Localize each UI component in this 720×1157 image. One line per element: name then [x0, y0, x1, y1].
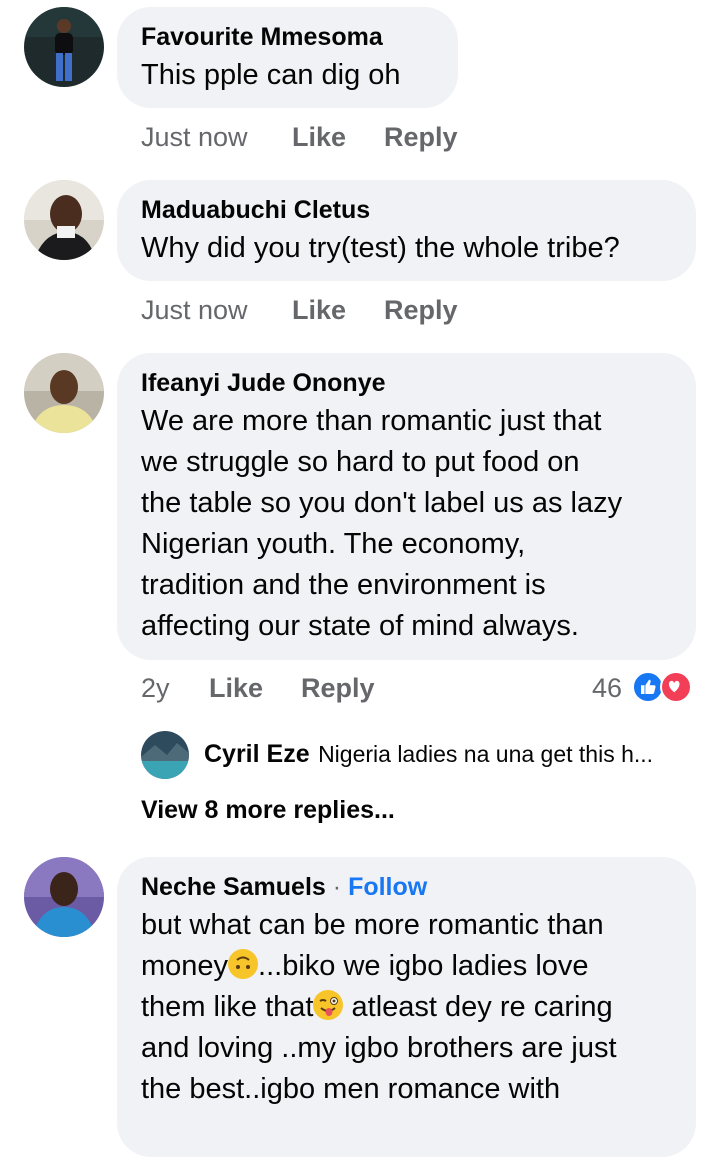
comment-text-line: but what can be more romantic than: [141, 909, 604, 941]
reply-text: Nigeria ladies na una get this h...: [318, 741, 654, 767]
reply-author[interactable]: Cyril Eze: [204, 740, 310, 768]
reply-button[interactable]: Reply: [384, 122, 458, 153]
reply-button[interactable]: Reply: [301, 673, 375, 704]
comment-text-line: Nigerian youth. The economy,: [141, 528, 526, 560]
comment-text-line: and loving ..my igbo brothers are just: [141, 1032, 617, 1064]
comment-author-line: Neche Samuels · Follow: [141, 871, 672, 903]
avatar[interactable]: [24, 180, 104, 260]
comment-text: This pple can dig oh: [141, 59, 401, 91]
like-button[interactable]: Like: [209, 673, 263, 704]
comment-text-line: money ...biko we igbo ladies love: [141, 946, 672, 987]
comment-bubble[interactable]: Ifeanyi Jude Ononye We are more than rom…: [117, 353, 696, 660]
comment-text-line: affecting our state of mind always.: [141, 610, 579, 642]
comment-text-segment: them like that: [141, 991, 314, 1023]
comment-text-line: the best..igbo men romance with: [141, 1073, 561, 1105]
comment-author[interactable]: Neche Samuels: [141, 873, 326, 901]
comment-text-line: the table so you don't label us as lazy: [141, 487, 623, 519]
comment-text-line: we struggle so hard to put food on: [141, 446, 580, 478]
reaction-count: 46: [592, 673, 623, 703]
winking-face-with-tongue-emoji: [313, 990, 344, 1020]
avatar[interactable]: [24, 353, 104, 433]
comment-text-line: them like that atleast dey re caring: [141, 987, 672, 1028]
reaction-summary[interactable]: 46: [592, 670, 698, 706]
reply-button[interactable]: Reply: [384, 295, 458, 326]
comment-author[interactable]: Favourite Mmesoma: [141, 21, 434, 53]
avatar[interactable]: [24, 857, 104, 937]
avatar[interactable]: [24, 7, 104, 87]
comment-timestamp[interactable]: 2y: [141, 673, 170, 704]
comment-author[interactable]: Maduabuchi Cletus: [141, 194, 672, 226]
like-button[interactable]: Like: [292, 122, 346, 153]
comment-text-line: tradition and the environment is: [141, 569, 546, 601]
comment-author[interactable]: Ifeanyi Jude Ononye: [141, 367, 672, 399]
heart-icon: [660, 671, 692, 703]
separator-dot: ·: [332, 873, 342, 901]
reply-avatar[interactable]: [141, 731, 189, 779]
comment-bubble[interactable]: Maduabuchi Cletus Why did you try(test) …: [117, 180, 696, 281]
comment-text-segment: money: [141, 950, 229, 982]
comment-text-segment: ...biko we igbo ladies love: [258, 950, 589, 982]
comment-bubble[interactable]: Favourite Mmesoma This pple can dig oh: [117, 7, 458, 108]
comment-timestamp[interactable]: Just now: [141, 122, 248, 153]
comment-text-line: We are more than romantic just that: [141, 405, 602, 437]
comment-text-segment: atleast dey re caring: [343, 991, 613, 1023]
view-more-replies-link[interactable]: View 8 more replies...: [141, 796, 395, 825]
comment-timestamp[interactable]: Just now: [141, 295, 248, 326]
comment-bubble[interactable]: Neche Samuels · Follow but what can be m…: [117, 857, 696, 1157]
comment-text: Why did you try(test) the whole tribe?: [141, 232, 620, 264]
follow-button[interactable]: Follow: [348, 873, 427, 901]
reply-preview[interactable]: Cyril Eze Nigeria ladies na una get this…: [204, 740, 653, 769]
like-button[interactable]: Like: [292, 295, 346, 326]
upside-down-face-emoji: [228, 949, 259, 979]
